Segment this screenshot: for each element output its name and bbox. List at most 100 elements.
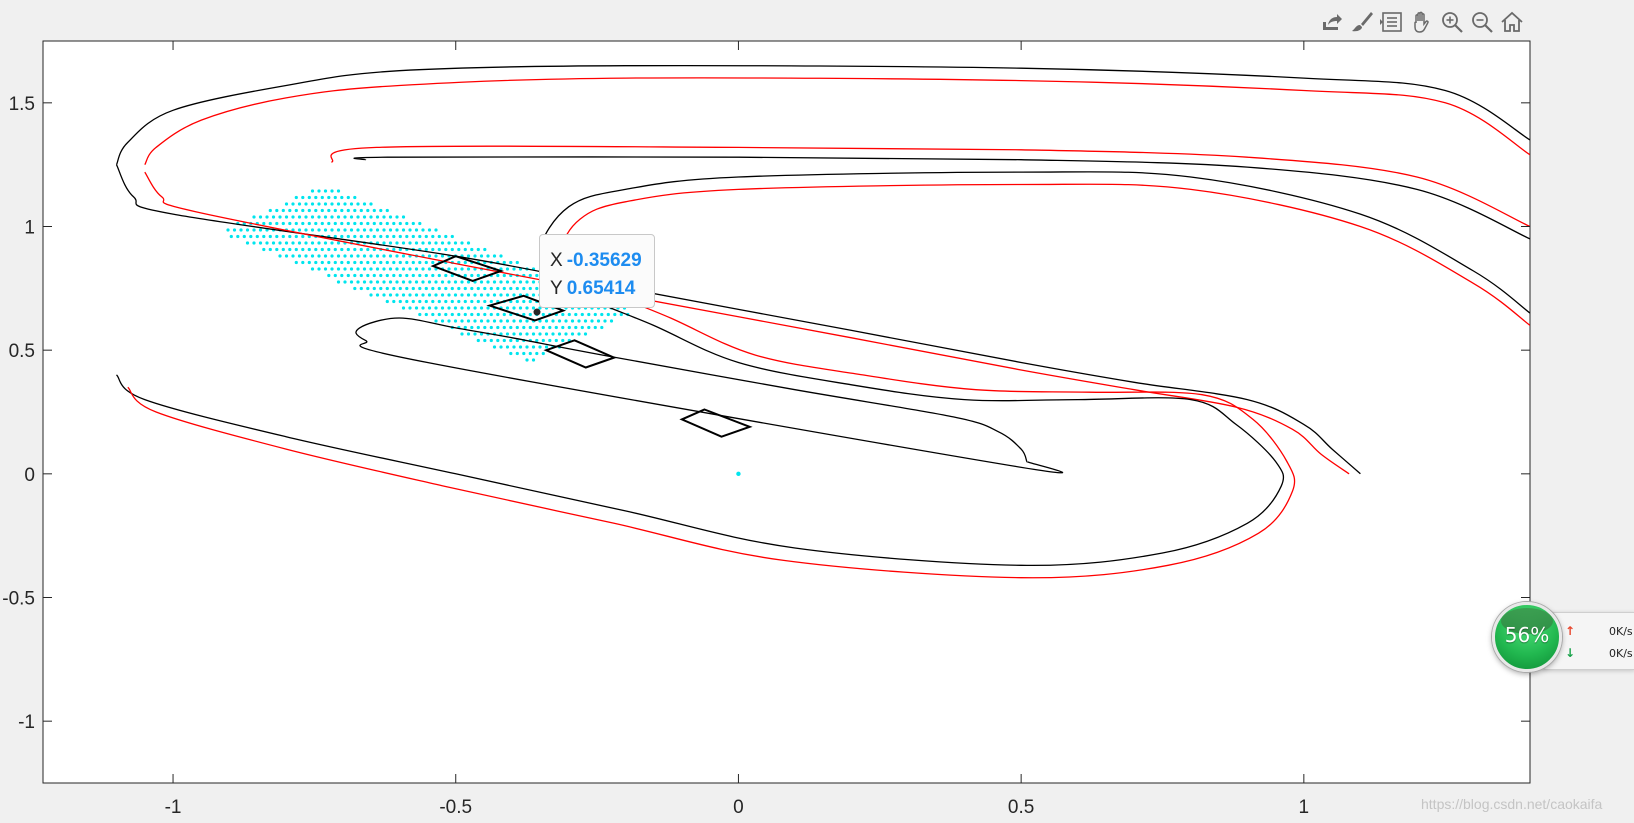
sample-dot xyxy=(359,221,363,226)
sample-dot xyxy=(574,312,578,317)
sample-dot xyxy=(340,247,344,252)
sample-dot xyxy=(476,286,480,291)
sample-dot xyxy=(356,202,360,206)
sample-dot xyxy=(492,345,497,349)
sample-dot xyxy=(466,306,471,310)
sample-dot xyxy=(424,273,428,278)
datatip[interactable]: X -0.35629 Y 0.65414 xyxy=(539,234,655,308)
sample-dot xyxy=(323,267,328,271)
sample-dot xyxy=(453,293,458,297)
sample-dot xyxy=(405,221,409,226)
sample-dot xyxy=(310,267,315,271)
legend-icon xyxy=(1379,10,1404,39)
sample-dot xyxy=(447,293,451,297)
sample-dot xyxy=(463,325,467,330)
sample-dot xyxy=(460,332,464,336)
sample-dot xyxy=(466,267,471,271)
sample-dot xyxy=(421,228,425,232)
sample-dot xyxy=(411,260,415,265)
zoom-out-button[interactable] xyxy=(1468,11,1495,38)
plot-area[interactable]: -1 -0.5 0 0.5 1 1.5 1 0.5 0 -0.5 -1 xyxy=(0,0,1634,823)
sample-dot xyxy=(483,247,487,252)
sample-dot xyxy=(294,208,298,213)
watermark: https://blog.csdn.net/caokaifa xyxy=(1421,796,1603,812)
sample-dot xyxy=(284,215,289,219)
network-monitor[interactable]: ↑ 0K/s ↓ 0K/s 56% xyxy=(1492,602,1634,676)
sample-dot xyxy=(366,208,370,213)
sample-dot xyxy=(372,234,376,239)
sample-dot xyxy=(395,293,399,297)
sample-dot xyxy=(574,325,578,330)
sample-dot xyxy=(304,254,308,258)
sample-dot xyxy=(356,254,360,258)
sample-dot xyxy=(379,260,383,265)
sample-dot xyxy=(541,338,545,343)
sample-dot xyxy=(408,280,412,284)
zoom-in-icon xyxy=(1440,10,1464,39)
sample-dot xyxy=(229,234,233,239)
sample-dot xyxy=(401,306,406,310)
zoom-in-button[interactable] xyxy=(1438,11,1465,38)
sample-dot xyxy=(392,247,396,252)
sample-dot xyxy=(362,215,367,219)
datatip-y-row: Y 0.65414 xyxy=(550,275,654,303)
brush-button[interactable] xyxy=(1348,11,1375,38)
sample-dot xyxy=(327,247,331,252)
sample-dot xyxy=(414,306,419,310)
sample-dot xyxy=(470,299,474,304)
sample-dot xyxy=(388,280,393,284)
sample-dot xyxy=(366,221,370,226)
sample-dot xyxy=(463,273,467,278)
datatip-marker[interactable] xyxy=(533,308,541,316)
sample-dot xyxy=(613,312,617,317)
zoom-out-icon xyxy=(1470,10,1494,39)
sample-dot xyxy=(486,280,490,284)
sample-dot xyxy=(349,254,354,258)
sample-dot xyxy=(353,234,357,239)
home-button[interactable] xyxy=(1498,11,1525,38)
sample-dot xyxy=(531,293,536,297)
sample-dot xyxy=(473,306,477,310)
sample-dot xyxy=(528,286,532,291)
sample-dot xyxy=(453,241,458,245)
sample-dot xyxy=(528,351,532,356)
sample-dot xyxy=(525,358,529,362)
sample-dot xyxy=(258,215,263,219)
legend-button[interactable] xyxy=(1378,11,1405,38)
sample-dot xyxy=(600,325,604,330)
sample-dot xyxy=(372,221,376,226)
x-tick-label: 0.5 xyxy=(1008,797,1034,818)
sample-dot xyxy=(434,280,438,284)
usage-percent: 56% xyxy=(1504,623,1550,647)
sample-dot xyxy=(239,228,243,232)
sample-dot xyxy=(557,319,562,323)
sample-dot xyxy=(421,267,425,271)
sample-dot xyxy=(447,241,451,245)
sample-dot xyxy=(301,260,305,265)
sample-dot xyxy=(483,325,487,330)
sample-dot xyxy=(460,306,464,310)
sample-dot xyxy=(356,280,360,284)
sample-dot xyxy=(369,280,373,284)
sample-dot xyxy=(343,228,347,232)
sample-dot xyxy=(450,247,454,252)
sample-dot xyxy=(434,319,438,323)
sample-dot xyxy=(411,273,415,278)
sample-dot xyxy=(245,228,250,232)
sample-dot xyxy=(437,299,441,304)
export-button[interactable] xyxy=(1318,11,1345,38)
sample-dot xyxy=(249,234,253,239)
pan-button[interactable] xyxy=(1408,11,1435,38)
sample-dot xyxy=(479,293,484,297)
sample-dot xyxy=(392,273,396,278)
sample-dot xyxy=(460,241,464,245)
sample-dot xyxy=(275,234,279,239)
sample-dot xyxy=(431,273,435,278)
sample-dot xyxy=(362,202,367,206)
sample-dot xyxy=(518,306,523,310)
sample-dot xyxy=(388,254,393,258)
sample-dot xyxy=(577,332,581,336)
network-usage-ball[interactable]: 56% xyxy=(1492,602,1562,672)
sample-dot xyxy=(424,299,428,304)
datatip-y-label: Y xyxy=(550,278,563,299)
